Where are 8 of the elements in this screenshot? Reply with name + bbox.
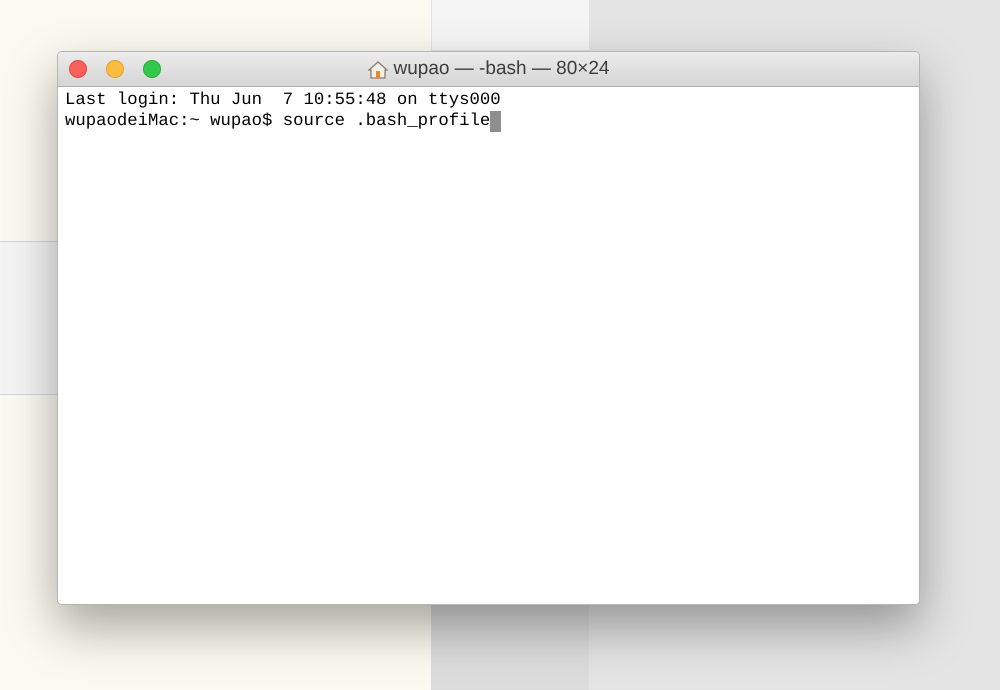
terminal-line: wupaodeiMac:~ wupao$ source .bash_profile — [65, 111, 490, 132]
zoom-button[interactable] — [143, 60, 161, 78]
house-icon — [368, 60, 388, 78]
minimize-button[interactable] — [106, 60, 124, 78]
close-button[interactable] — [69, 60, 87, 78]
window-title: wupao — -bash — 80×24 — [394, 56, 610, 81]
terminal-line: Last login: Thu Jun 7 10:55:48 on ttys000 — [65, 90, 501, 111]
text-cursor — [490, 111, 502, 132]
